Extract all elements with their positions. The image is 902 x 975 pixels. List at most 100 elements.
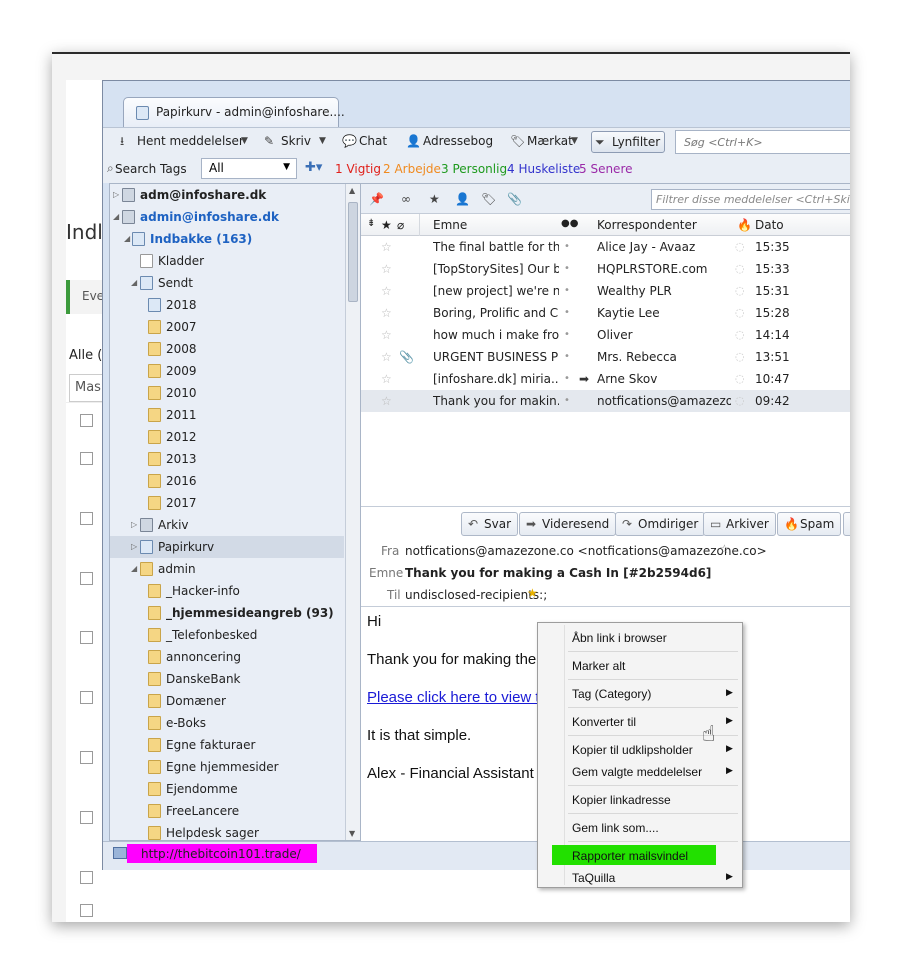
star-icon[interactable]: ☆: [381, 372, 392, 386]
table-row[interactable]: ☆ how much i make fro... • Oliver ◌ 14:14: [361, 324, 850, 346]
scrollbar-thumb[interactable]: [348, 202, 358, 302]
column-date[interactable]: Dato: [755, 218, 784, 232]
table-row[interactable]: ☆ [infoshare.dk] miria... • ➡ Arne Skov ◌ 10:4…: [361, 368, 850, 390]
junk-icon[interactable]: ◌: [735, 284, 745, 297]
junk-icon[interactable]: ◌: [735, 372, 745, 385]
folder-2012[interactable]: 2012: [110, 426, 344, 448]
chat-button[interactable]: 💬 Chat: [339, 131, 391, 153]
menu-item-copy-link[interactable]: Kopier linkadresse: [572, 793, 671, 807]
junk-icon[interactable]: ◌: [735, 328, 745, 341]
junk-icon[interactable]: ◌: [735, 262, 745, 275]
folder-inbox[interactable]: ◢ Indbakke (163): [110, 228, 344, 250]
column-correspondents[interactable]: Korrespondenter: [597, 218, 697, 232]
background-checkbox[interactable]: [80, 452, 93, 465]
folder-danskebank[interactable]: DanskeBank: [110, 668, 344, 690]
folder-freelancere[interactable]: FreeLancere: [110, 800, 344, 822]
menu-item-convert[interactable]: Konverter til ▶: [572, 715, 733, 729]
star-column-icon[interactable]: ★: [381, 218, 392, 232]
tag-button-2[interactable]: 2 Arbejde: [383, 162, 441, 176]
contact-icon[interactable]: 👤: [455, 192, 470, 206]
menu-item-report-scam[interactable]: Rapporter mailsvindel: [572, 849, 688, 863]
more-button[interactable]: [843, 512, 850, 536]
folder-drafts[interactable]: Kladder: [110, 250, 344, 272]
pin-icon[interactable]: 📌: [369, 192, 384, 206]
background-checkbox[interactable]: [80, 414, 93, 427]
folder-2007[interactable]: 2007: [110, 316, 344, 338]
table-row[interactable]: ☆ 📎 URGENT BUSINESS PR... • Mrs. Rebecca ◌ 13:…: [361, 346, 850, 368]
chevron-down-icon[interactable]: ▼: [241, 131, 255, 153]
tab-papirkurv[interactable]: Papirkurv - admin@infoshare....: [123, 97, 345, 127]
to-value[interactable]: undisclosed-recipients:;: [405, 588, 547, 602]
attachment-column-icon[interactable]: ⌀: [397, 218, 404, 232]
chevron-down-icon[interactable]: ▼: [571, 131, 585, 153]
read-column-icon[interactable]: ●●: [561, 218, 578, 229]
background-checkbox[interactable]: [80, 631, 93, 644]
tag-icon[interactable]: 🏷: [481, 192, 496, 206]
expand-icon[interactable]: ▷: [131, 520, 137, 529]
unread-dot-icon[interactable]: •: [564, 263, 570, 274]
junk-icon[interactable]: ◌: [735, 240, 745, 253]
background-checkbox[interactable]: [80, 512, 93, 525]
star-icon[interactable]: ☆: [381, 262, 392, 276]
tag-button-5[interactable]: 5 Senere: [579, 162, 633, 176]
folder-annoncering[interactable]: annoncering: [110, 646, 344, 668]
menu-item-taquilla[interactable]: TaQuilla ▶: [572, 871, 733, 885]
unread-dot-icon[interactable]: •: [564, 351, 570, 362]
background-checkbox[interactable]: [80, 871, 93, 884]
folder-e-boks[interactable]: e-Boks: [110, 712, 344, 734]
folder-archive[interactable]: ▷ Arkiv: [110, 514, 344, 536]
collapse-icon[interactable]: ◢: [124, 234, 130, 243]
paperclip-icon[interactable]: 📎: [507, 192, 522, 206]
star-icon[interactable]: ☆: [381, 240, 392, 254]
search-input[interactable]: Søg <Ctrl+K>: [675, 130, 850, 154]
folder-2013[interactable]: 2013: [110, 448, 344, 470]
folder-2018[interactable]: 2018: [110, 294, 344, 316]
unread-dot-icon[interactable]: •: [564, 307, 570, 318]
quick-filter-button[interactable]: ⏷ Lynfilter: [591, 131, 666, 153]
folder-admin[interactable]: ◢ admin: [110, 558, 344, 580]
folder-hjemmesideangreb[interactable]: _hjemmesideangreb (93): [110, 602, 344, 624]
glasses-icon[interactable]: ∞: [401, 192, 411, 206]
table-row[interactable]: ☆ Boring, Prolific and Cr... • Kaytie Lee ◌ 1…: [361, 302, 850, 324]
expand-icon[interactable]: ▷: [131, 542, 137, 551]
folder-2009[interactable]: 2009: [110, 360, 344, 382]
menu-item-save-link[interactable]: Gem link som....: [572, 821, 659, 835]
background-checkbox[interactable]: [80, 811, 93, 824]
folder-trash[interactable]: ▷ Papirkurv: [110, 536, 344, 558]
folder-hacker-info[interactable]: _Hacker-info: [110, 580, 344, 602]
folder-2010[interactable]: 2010: [110, 382, 344, 404]
menu-item-open-link[interactable]: Åbn link i browser: [572, 631, 667, 645]
menu-item-save-selected[interactable]: Gem valgte meddelelser ▶: [572, 765, 733, 779]
write-button[interactable]: ✎ Skriv: [261, 131, 315, 153]
star-icon[interactable]: ☆: [381, 306, 392, 320]
menu-item-tag[interactable]: Tag (Category) ▶: [572, 687, 733, 701]
network-icon[interactable]: [113, 847, 127, 859]
folder-egne-fakturaer[interactable]: Egne fakturaer: [110, 734, 344, 756]
tag-button-1[interactable]: 1 Vigtig: [335, 162, 381, 176]
get-messages-button[interactable]: ⭳ Hent meddelelser: [117, 131, 248, 153]
address-book-button[interactable]: 👤 Adressebog: [403, 131, 497, 153]
collapse-icon[interactable]: ◢: [131, 564, 137, 573]
unread-dot-icon[interactable]: •: [564, 373, 570, 384]
filter-messages-input[interactable]: Filtrer disse meddelelser <Ctrl+Skift+: [651, 189, 850, 210]
folder-helpdesk[interactable]: Helpdesk sager: [110, 822, 344, 840]
folder-account-adm[interactable]: ▷ adm@infoshare.dk: [110, 184, 344, 206]
star-icon[interactable]: ☆: [381, 284, 392, 298]
tag-select[interactable]: All ▼: [201, 158, 297, 179]
collapse-icon[interactable]: ◢: [131, 278, 137, 287]
unread-dot-icon[interactable]: •: [564, 395, 570, 406]
folder-2016[interactable]: 2016: [110, 470, 344, 492]
table-row-selected[interactable]: ☆ Thank you for makin... • notfications@ama…: [361, 390, 850, 412]
forward-button[interactable]: ➡ Videresend: [519, 512, 617, 536]
folder-egne-hjemmesider[interactable]: Egne hjemmesider: [110, 756, 344, 778]
table-row[interactable]: ☆ [TopStorySites] Our b... • HQPLRSTORE.com…: [361, 258, 850, 280]
collapse-icon[interactable]: ◢: [113, 212, 119, 221]
background-checkbox[interactable]: [80, 572, 93, 585]
folder-2008[interactable]: 2008: [110, 338, 344, 360]
junk-icon[interactable]: ◌: [735, 394, 745, 407]
redirect-button[interactable]: ↷ Omdiriger: [615, 512, 706, 536]
star-icon[interactable]: ☆: [381, 394, 392, 408]
background-checkbox[interactable]: [80, 904, 93, 917]
folder-2011[interactable]: 2011: [110, 404, 344, 426]
tag-add-icon[interactable]: ✚▾: [305, 160, 322, 175]
